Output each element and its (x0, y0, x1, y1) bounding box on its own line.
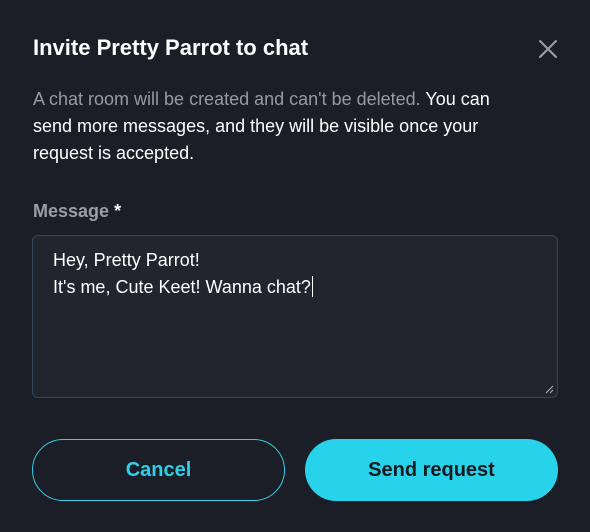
dialog-title: Invite Pretty Parrot to chat (33, 35, 309, 60)
message-textarea[interactable]: Hey, Pretty Parrot! It's me, Cute Keet! … (32, 235, 558, 398)
description-muted-text: A chat room will be created and can't be… (33, 89, 421, 109)
resize-handle-icon[interactable] (545, 385, 554, 394)
close-icon (539, 40, 557, 58)
message-label-text: Message (33, 201, 110, 221)
required-marker: * (114, 201, 122, 221)
message-line: Hey, Pretty Parrot! (53, 250, 200, 270)
cancel-button[interactable]: Cancel (32, 439, 285, 501)
dialog-description: A chat room will be created and can't be… (33, 86, 533, 167)
invite-dialog: Invite Pretty Parrot to chat A chat room… (0, 0, 590, 532)
close-button[interactable] (533, 34, 563, 64)
send-request-button[interactable]: Send request (305, 439, 558, 501)
message-line: It's me, Cute Keet! Wanna chat? (53, 277, 311, 297)
text-caret (311, 276, 313, 297)
message-line-with-caret: It's me, Cute Keet! Wanna chat? (53, 274, 537, 301)
message-label: Message * (33, 198, 121, 224)
